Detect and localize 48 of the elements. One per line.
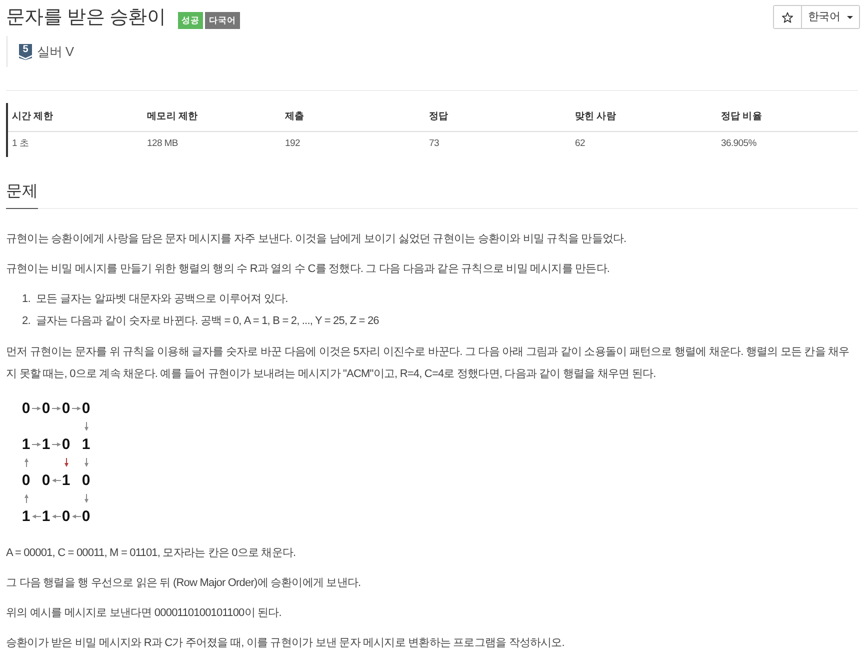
matrix-digit: 0 <box>82 508 90 524</box>
favorite-button[interactable] <box>774 6 802 28</box>
problem-paragraph: A = 00001, C = 00011, M = 01101, 모자라는 칸은 0으로 채운다. <box>6 546 297 561</box>
column-header: 맞힌 사람 <box>571 103 717 131</box>
tier-badge: 5 <box>19 44 32 60</box>
problem-paragraph: 위의 예시를 메시지로 보낸다면 0000110100101100이 된다. <box>6 606 282 621</box>
matrix-digit: 0 <box>22 472 30 488</box>
list-number: 1. <box>22 292 32 307</box>
column-header: 제출 <box>281 103 425 131</box>
table-cell: 73 <box>425 131 571 157</box>
matrix-digit: 1 <box>22 508 30 524</box>
table-cell: 62 <box>571 131 717 157</box>
column-header: 정답 <box>425 103 571 131</box>
matrix-digit: 1 <box>42 436 50 452</box>
matrix-digit: 1 <box>62 472 70 488</box>
problem-paragraph: 규현이는 승환이에게 사랑을 담은 문자 메시지를 자주 보낸다. 이것을 남에게 보이기 싫었던 규현이는 승환이와 비밀 규칙을 만들었다. <box>6 232 628 247</box>
matrix-digit: 0 <box>82 400 90 416</box>
caret-icon <box>847 16 854 18</box>
tier-name: 실버 V <box>37 42 74 61</box>
problem-title: 문자를 받은 승환이 <box>6 6 166 30</box>
status-label: 다국어 <box>205 12 240 29</box>
matrix-digit: 0 <box>42 472 50 488</box>
matrix-digit: 0 <box>62 436 70 452</box>
column-header: 메모리 제한 <box>143 103 281 131</box>
matrix-digit: 0 <box>62 400 70 416</box>
column-header: 시간 제한 <box>7 103 143 131</box>
problem-paragraph: 먼저 규현이는 문자를 위 규칙을 이용해 글자를 숫자로 바꾼 다음에 이것은 5자리 이진수로 바꾼다. 그 다음 아래 그림과 같이 소용돌이 패턴으로 행렬에 채운다. 행렬의 모든 칸을 채우지 못할 때는, 0으로 계속 채운다. 예를 들어 규현이가 보내려는 메시지가 "ACM"이고, R=4, C=4로 정했다면, 다음과 같이 행렬을 채우면 된다. <box>6 345 850 382</box>
star-icon <box>782 12 793 22</box>
matrix-digit: 0 <box>42 400 50 416</box>
problem-paragraph: 승환이가 받은 비밀 메시지와 R과 C가 주어졌을 때, 이를 규현이가 보낸 문자 메시지로 변환하는 프로그램을 작성하시오. <box>6 636 566 651</box>
matrix-digit: 0 <box>82 472 90 488</box>
problem-paragraph: 규현이는 비밀 메시지를 만들기 위한 행렬의 행의 수 R과 열의 수 C를 정했다. 그 다음 다음과 같은 규칙으로 비밀 메시지를 만든다. <box>6 262 611 277</box>
section-heading: 문제 <box>6 181 38 209</box>
table-cell: 128 MB <box>143 131 281 157</box>
table-cell: 1 초 <box>7 131 143 157</box>
status-label: 성공 <box>178 12 204 29</box>
matrix-digit: 1 <box>82 436 90 452</box>
list-item-text: 모든 글자는 알파벳 대문자와 공백으로 이루어져 있다. <box>36 292 288 307</box>
list-number: 2. <box>22 314 32 329</box>
problem-paragraph: 그 다음 행렬을 행 우선으로 읽은 뒤 (Row Major Order)에 승환이에게 보낸다. <box>6 576 362 591</box>
matrix-digit: 0 <box>62 508 70 524</box>
table-cell: 192 <box>281 131 425 157</box>
matrix-digit: 0 <box>22 400 30 416</box>
table-cell: 36.905% <box>717 131 858 157</box>
matrix-digit: 1 <box>42 508 50 524</box>
matrix-digit: 1 <box>22 436 30 452</box>
column-header: 정답 비율 <box>717 103 858 131</box>
list-item-text: 글자는 다음과 같이 숫자로 바뀐다. 공백 = 0, A = 1, B = 2, ..., Y = 25, Z = 26 <box>36 314 379 329</box>
